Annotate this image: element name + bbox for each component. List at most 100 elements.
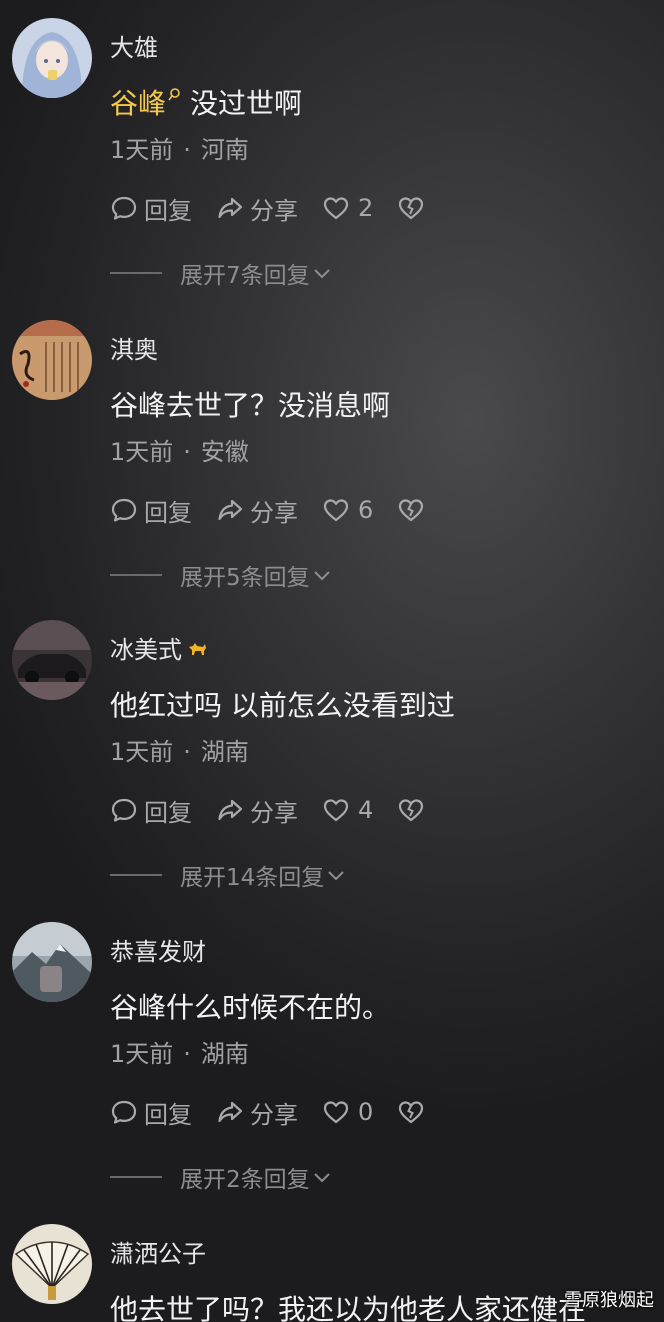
comment-actions: 回复 分享 2	[110, 190, 455, 226]
meta-separator: ·	[183, 1040, 191, 1068]
reply-label: 回复	[144, 196, 192, 225]
share-arrow-icon	[218, 499, 243, 521]
divider	[110, 1176, 162, 1178]
comment-location: 河南	[200, 136, 249, 164]
expand-replies-button[interactable]: 展开14条回复	[110, 860, 346, 891]
reply-button[interactable]: 回复	[110, 1095, 192, 1130]
heart-icon	[323, 197, 349, 220]
comment-meta: 1天前 · 安徽	[110, 432, 249, 467]
comment-text: 他红过吗 以前怎么没看到过	[110, 689, 455, 722]
comment-item: 淇奥 谷峰去世了？没消息啊 1天前 · 安徽 回复 分享 6 展开5条回复	[0, 302, 664, 602]
watermark: 雪原狼烟起	[564, 1290, 654, 1311]
avatar[interactable]	[12, 1224, 92, 1304]
comment-location: 安徽	[200, 438, 249, 466]
username[interactable]: 恭喜发财	[110, 932, 206, 967]
chevron-down-icon	[328, 871, 344, 881]
share-button[interactable]: 分享	[216, 191, 298, 226]
expand-replies-button[interactable]: 展开7条回复	[110, 258, 332, 289]
share-arrow-icon	[218, 799, 243, 821]
speech-bubble-icon	[111, 196, 137, 220]
avatar[interactable]	[12, 18, 92, 98]
comment-actions: 回复 分享 6	[110, 492, 455, 528]
mention-link[interactable]: 谷峰	[110, 87, 166, 120]
comment-item: 冰美式 他红过吗 以前怎么没看到过 1天前 · 湖南 回复 分享 4 展开14条…	[0, 602, 664, 902]
dislike-button[interactable]	[397, 194, 431, 222]
broken-heart-icon	[399, 799, 424, 822]
chevron-down-icon	[313, 571, 330, 581]
comment-meta: 1天前 · 湖南	[110, 1034, 249, 1069]
username[interactable]: 淇奥	[110, 330, 158, 365]
share-button[interactable]: 分享	[216, 793, 298, 828]
comment-time: 1天前	[110, 136, 174, 164]
dislike-button[interactable]	[397, 1098, 431, 1126]
like-button[interactable]: 2	[322, 194, 373, 222]
comment-meta: 1天前 · 河南	[110, 130, 249, 165]
dog-badge-icon	[189, 642, 206, 655]
chevron-down-icon	[313, 269, 330, 279]
reply-button[interactable]: 回复	[110, 191, 192, 226]
share-button[interactable]: 分享	[216, 493, 298, 528]
share-label: 分享	[250, 498, 298, 527]
expand-replies-button[interactable]: 展开2条回复	[110, 1162, 332, 1193]
comment-item: 恭喜发财 谷峰什么时候不在的。 1天前 · 湖南 回复 分享 0 展开2条回复	[0, 904, 664, 1204]
like-button[interactable]: 0	[322, 1098, 373, 1126]
username[interactable]: 大雄	[110, 28, 158, 63]
speech-bubble-icon	[111, 798, 137, 822]
like-count: 2	[358, 194, 374, 222]
comment-actions: 回复 分享 4	[110, 792, 455, 828]
avatar[interactable]	[12, 620, 92, 700]
avatar-car-image	[12, 620, 92, 700]
reply-label: 回复	[144, 1100, 192, 1129]
expand-label: 展开14条回复	[180, 865, 325, 891]
reply-button[interactable]: 回复	[110, 793, 192, 828]
expand-label: 展开5条回复	[180, 565, 310, 591]
like-button[interactable]: 4	[322, 796, 373, 824]
comment-time: 1天前	[110, 1040, 174, 1068]
expand-label: 展开2条回复	[180, 1167, 310, 1193]
meta-separator: ·	[183, 738, 191, 766]
reply-button[interactable]: 回复	[110, 493, 192, 528]
like-button[interactable]: 6	[322, 496, 373, 524]
comment-text: 谷峰去世了？没消息啊	[110, 389, 391, 422]
comment-location: 湖南	[200, 738, 249, 766]
share-label: 分享	[250, 1100, 298, 1129]
like-count: 4	[358, 796, 374, 824]
like-count: 0	[358, 1098, 374, 1126]
avatar-anime-girl-image	[12, 18, 92, 98]
heart-icon	[323, 499, 349, 522]
share-label: 分享	[250, 798, 298, 827]
expand-replies-button[interactable]: 展开5条回复	[110, 560, 332, 591]
search-icon	[168, 88, 180, 101]
username[interactable]: 潇洒公子	[110, 1234, 206, 1269]
avatar-mountain-image	[12, 922, 92, 1002]
avatar[interactable]	[12, 320, 92, 400]
comment-item: 大雄 谷峰 没过世啊 1天前 · 河南 回复 分享 2 展开7条回复	[0, 0, 664, 300]
broken-heart-icon	[399, 1101, 424, 1124]
heart-icon	[323, 1101, 349, 1124]
share-arrow-icon	[218, 1101, 243, 1123]
avatar-calligraphy-image	[12, 320, 92, 400]
comment-body: 没过世啊	[190, 87, 303, 120]
username[interactable]: 冰美式	[110, 630, 208, 665]
comment-text: 谷峰什么时候不在的。	[110, 991, 391, 1024]
comment-text: 谷峰 没过世啊	[110, 82, 302, 122]
chevron-down-icon	[313, 1173, 330, 1183]
dislike-button[interactable]	[397, 796, 431, 824]
share-label: 分享	[250, 196, 298, 225]
dislike-button[interactable]	[397, 496, 431, 524]
speech-bubble-icon	[111, 1100, 137, 1124]
comment-actions: 回复 分享 0	[110, 1094, 455, 1130]
comment-list: 大雄 谷峰 没过世啊 1天前 · 河南 回复 分享 2 展开7条回复 淇奥 谷峰…	[0, 0, 664, 1322]
comment-time: 1天前	[110, 438, 174, 466]
avatar[interactable]	[12, 922, 92, 1002]
divider	[110, 874, 162, 876]
meta-separator: ·	[183, 136, 191, 164]
share-button[interactable]: 分享	[216, 1095, 298, 1130]
comment-time: 1天前	[110, 738, 174, 766]
heart-icon	[323, 799, 349, 822]
comment-meta: 1天前 · 湖南	[110, 732, 249, 767]
broken-heart-icon	[399, 499, 424, 522]
reply-label: 回复	[144, 798, 192, 827]
divider	[110, 574, 162, 576]
speech-bubble-icon	[111, 498, 137, 522]
